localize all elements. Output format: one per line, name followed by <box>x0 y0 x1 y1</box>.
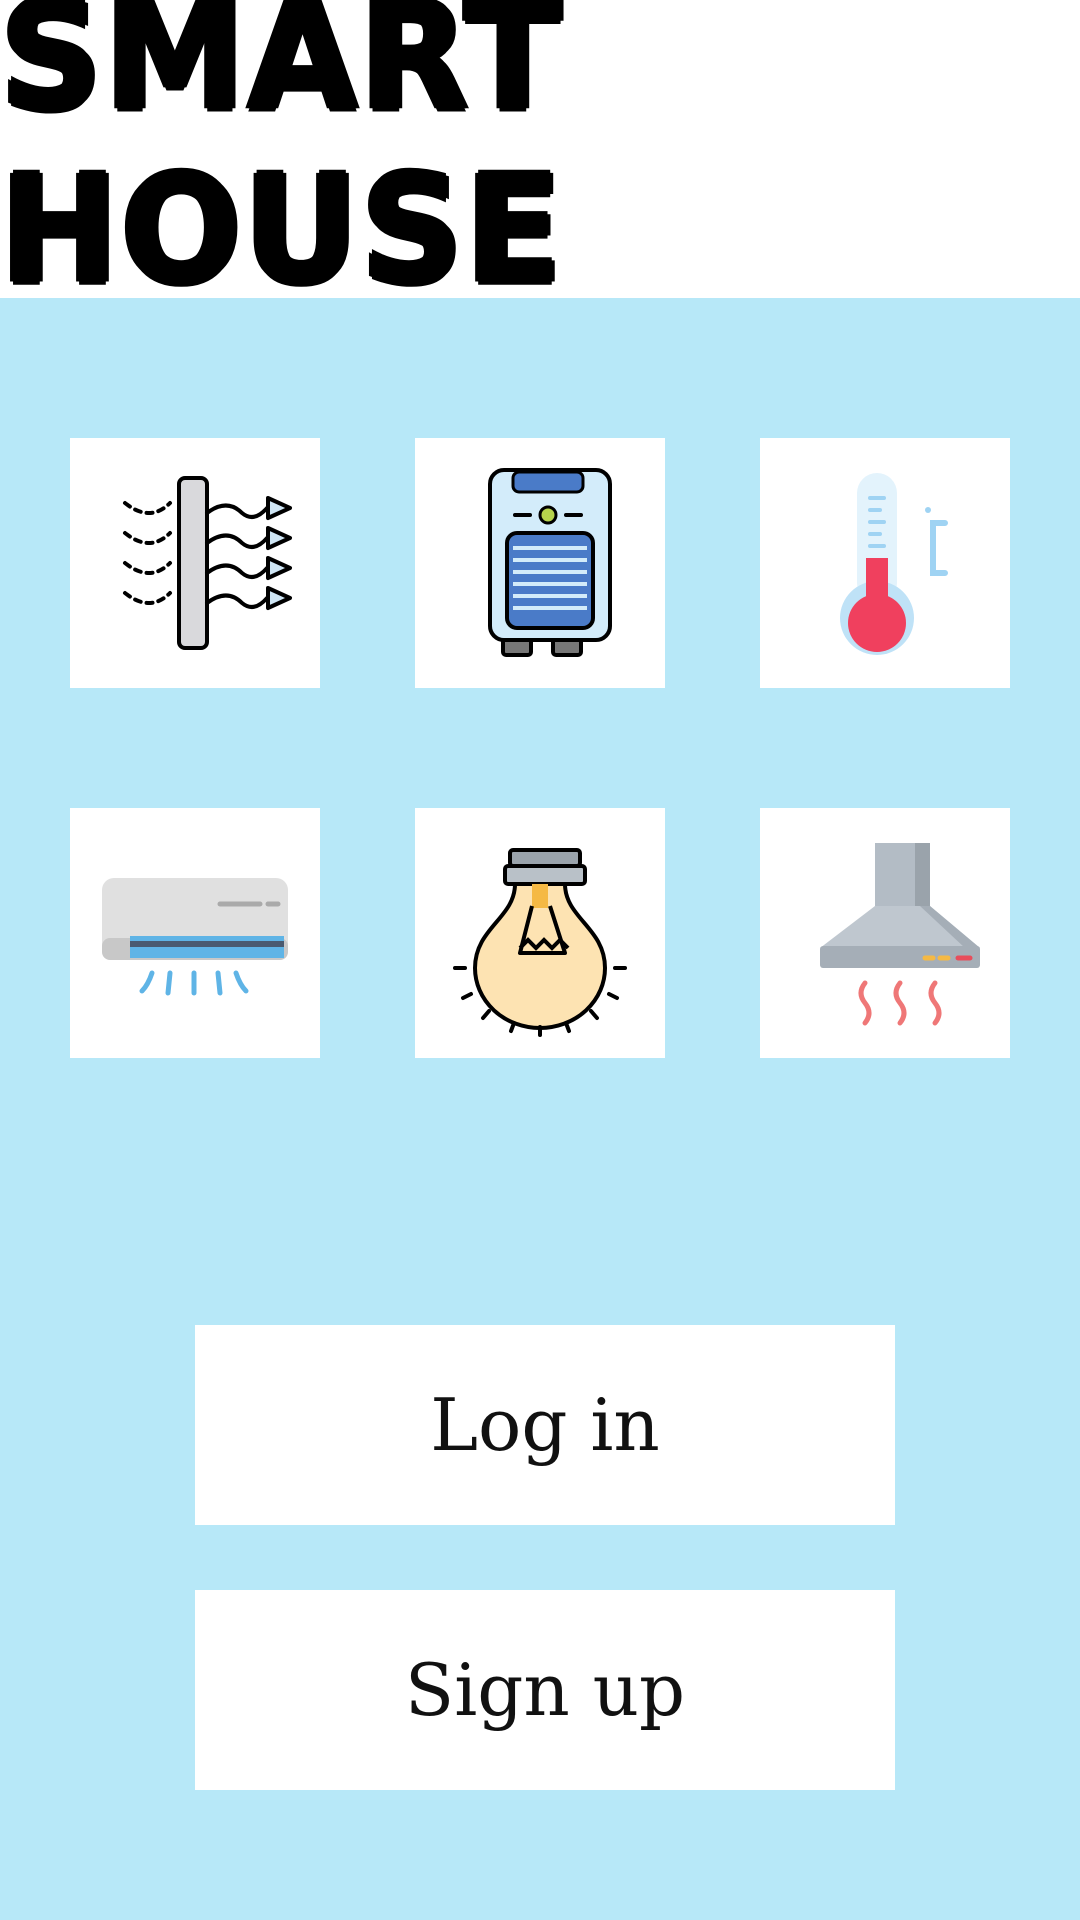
cooker-hood-icon <box>820 843 980 1026</box>
signup-button-label: Sign up <box>404 1648 686 1732</box>
device-tile-cooker-hood[interactable] <box>760 808 1010 1058</box>
air-conditioner-icon <box>102 878 288 996</box>
device-tile-thermometer[interactable] <box>760 438 1010 688</box>
device-tile-light-bulb[interactable] <box>415 808 665 1058</box>
main-panel: Log in Sign up <box>0 298 1080 1920</box>
signup-button[interactable]: Sign up <box>195 1590 895 1790</box>
device-tile-air-filter[interactable] <box>70 438 320 688</box>
thermometer-icon <box>840 473 948 655</box>
device-tile-air-conditioner[interactable] <box>70 808 320 1058</box>
header: SMART HOUSE <box>0 0 1080 317</box>
login-button[interactable]: Log in <box>195 1325 895 1525</box>
app-title: SMART HOUSE <box>0 0 565 318</box>
device-tile-air-purifier[interactable] <box>415 438 665 688</box>
light-bulb-icon <box>453 848 627 1037</box>
login-button-label: Log in <box>430 1383 660 1467</box>
air-purifier-icon <box>488 468 612 657</box>
air-filter-icon <box>123 476 292 650</box>
